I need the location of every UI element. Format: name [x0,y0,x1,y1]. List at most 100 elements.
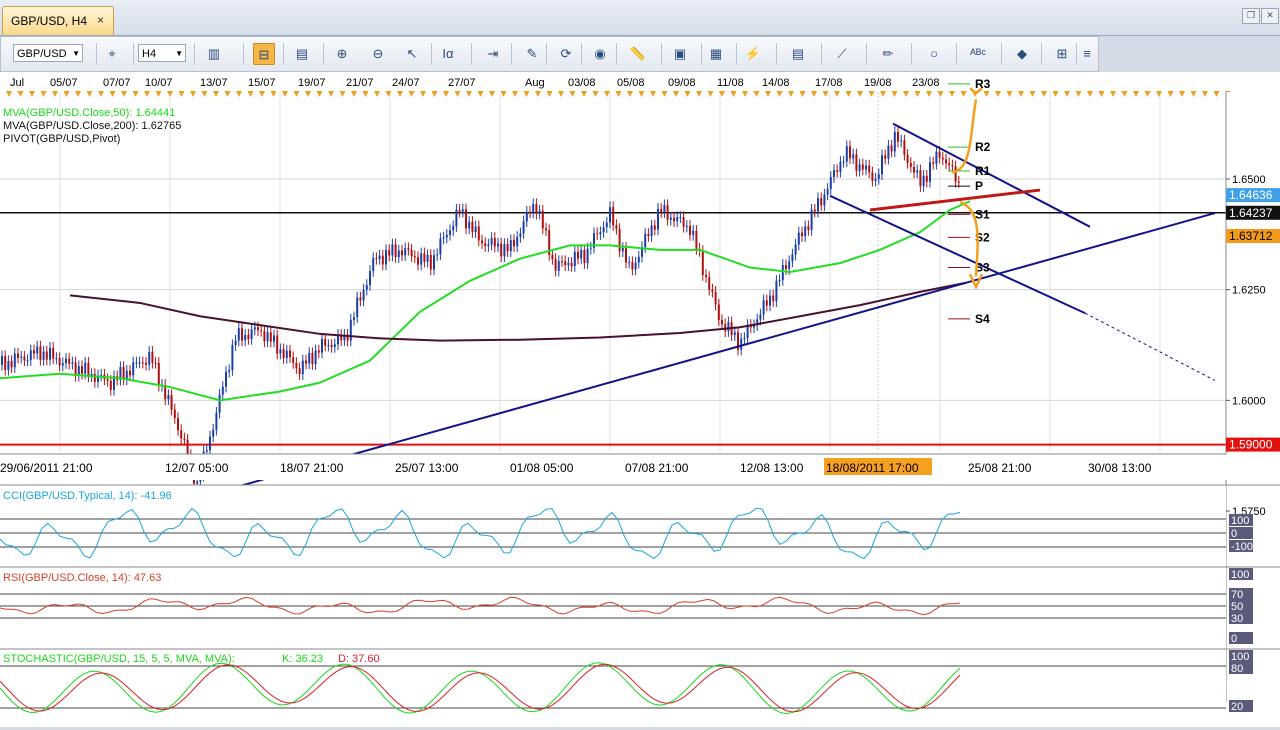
candle-body [423,253,426,262]
candle-body [525,211,528,222]
month-label: 15/07 [248,77,276,89]
restore-window-icon[interactable]: ❐ [1242,8,1260,24]
legend-entry: PIVOT(GBP/USD,Pivot) [3,133,120,145]
price-badge-label-mva200: 1.63712 [1229,229,1273,243]
template-icon[interactable]: ▦ [705,43,727,65]
candle-body [132,362,135,376]
candle-body [829,177,832,189]
candle-body [369,271,371,286]
trendline-icon[interactable]: ⟋ [831,43,853,65]
refresh-icon[interactable]: ⟳ [555,43,577,65]
globe-icon[interactable]: ◉ [589,43,611,65]
candle-body [81,366,83,374]
pointer-icon[interactable]: ↖ [401,43,423,65]
pencil-icon[interactable]: ✏ [877,43,899,65]
candle-body [762,300,765,315]
candle-body [151,351,154,363]
candle-body [321,338,323,353]
ellipse-icon[interactable]: ○ [923,43,945,65]
candle-body [951,165,954,167]
text-icon[interactable]: Iα [437,43,459,65]
cci-tick-label: -100 [1231,541,1253,553]
toolbar-overflow-icon[interactable]: ≡ [1079,43,1095,65]
cci-panel-bg [0,485,1226,567]
candle-body [890,145,893,152]
layers-icon[interactable]: ▤ [787,43,809,65]
candle-body [868,165,871,173]
symbol-dropdown[interactable]: GBP/USD ▼ [13,44,83,62]
candle-body [173,409,176,419]
candle-body [919,170,922,187]
data-window-icon[interactable]: ▤ [291,43,313,65]
candle-body [225,371,227,387]
chart-tab[interactable]: GBP/USD, H4 × [2,6,114,35]
eraser-icon[interactable]: ◆ [1011,43,1033,65]
candle-body [941,157,944,160]
candle-body [932,162,935,164]
month-label: 17/08 [815,77,843,89]
candle-body [836,170,839,172]
date-axis-label: 30/08 13:00 [1088,461,1152,475]
zoom-out-icon[interactable]: ⊖ [367,43,389,65]
candle-body [109,380,112,390]
candle-body [660,208,663,213]
candle-body [644,233,647,248]
candle-body [865,165,867,170]
candle-body [365,285,368,290]
chart-type-icon[interactable]: ▥ [203,43,225,65]
zoom-in-icon[interactable]: ⊕ [331,43,353,65]
candle-body [58,358,61,366]
toolbar-separator [956,43,957,65]
candle-body [657,208,659,230]
candle-body [436,254,439,256]
main-panel-bg [0,92,1226,452]
close-tab-icon[interactable]: × [97,13,104,27]
price-chart[interactable]: Jul 05/07 07/07 10/07 13/07 15/07 19/07 21/07 24… [0,72,1280,727]
candle-body [861,164,864,170]
pivot-label-p: P [975,179,983,193]
candle-body [714,291,717,305]
candle-body [7,361,10,370]
candle-body [647,233,650,237]
candle-body [634,262,637,270]
candle-body [209,436,211,451]
image-icon[interactable]: ▣ [669,43,691,65]
candle-body [554,259,557,271]
date-axis-label: 12/07 05:00 [165,461,229,475]
candle-body [858,164,861,171]
candle-body [36,346,39,354]
hierarchy-icon[interactable]: ⊞ [1051,43,1073,65]
pivot-label-r2: R2 [975,140,991,154]
scroll-icon[interactable]: ⇥ [482,43,504,65]
ruler-icon[interactable]: 📏 [627,43,649,65]
period-separator-icon[interactable]: ⊟ [253,43,275,65]
candle-body [465,209,467,229]
candle-body [583,250,586,264]
toolbar-separator [776,43,777,65]
edit-icon[interactable]: ✎ [521,43,543,65]
legend-entry: MVA(GBP/USD.Close,50): 1.64441 [3,107,175,119]
candle-body [797,232,800,245]
chart-area[interactable]: Jul 05/07 07/07 10/07 13/07 15/07 19/07 21/07 24… [0,72,1280,727]
crosshair-icon[interactable]: ⌖ [101,43,123,65]
date-axis-label: 01/08 05:00 [510,461,574,475]
candle-body [308,352,311,364]
candle-body [10,361,13,368]
candle-body [801,232,803,237]
candle-body [129,370,131,376]
candle-body [769,295,771,306]
month-label: 09/08 [668,77,696,89]
month-label: 07/07 [103,77,131,89]
indicator-icon[interactable]: ⚡ [742,43,764,65]
toolbar-separator [661,43,662,65]
candle-body [410,249,413,257]
close-window-icon[interactable]: ✕ [1261,8,1279,24]
candle-body [356,297,359,318]
month-label: 14/08 [762,77,790,89]
spellcheck-icon[interactable]: ᴬᴮᶜ [967,43,989,65]
candle-body [401,250,403,256]
candle-body [794,244,797,255]
candle-body [324,338,327,346]
candle-body [615,225,618,229]
timeframe-dropdown[interactable]: H4 ▼ [138,44,186,62]
